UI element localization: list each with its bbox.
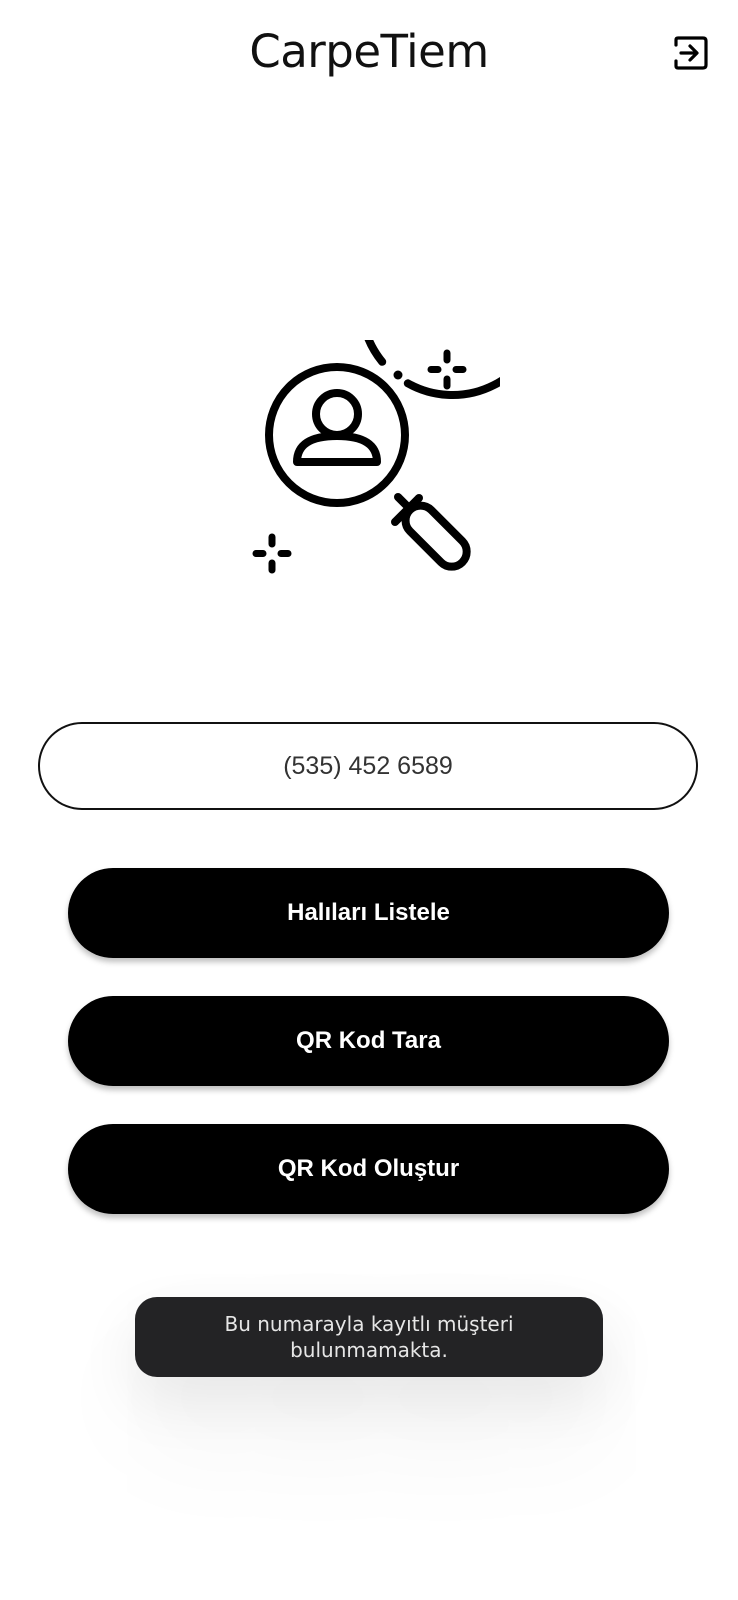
app-screen: CarpeTiem (535) 452 6589 Halıları Listel… — [0, 0, 738, 1600]
list-carpets-button[interactable]: Halıları Listele — [68, 868, 669, 958]
create-qr-button[interactable]: QR Kod Oluştur — [68, 1124, 669, 1214]
scan-qr-button[interactable]: QR Kod Tara — [68, 996, 669, 1086]
app-title: CarpeTiem — [249, 25, 489, 78]
toast-text: Bu numarayla kayıtlı müşteri bulunmamakt… — [224, 1312, 514, 1362]
search-person-illustration — [240, 209, 548, 600]
logout-button[interactable] — [671, 33, 711, 73]
logout-icon — [674, 36, 708, 70]
search-person-icon — [252, 209, 548, 574]
phone-input[interactable] — [38, 722, 698, 810]
toast-message: Bu numarayla kayıtlı müşteri bulunmamakt… — [135, 1297, 603, 1377]
